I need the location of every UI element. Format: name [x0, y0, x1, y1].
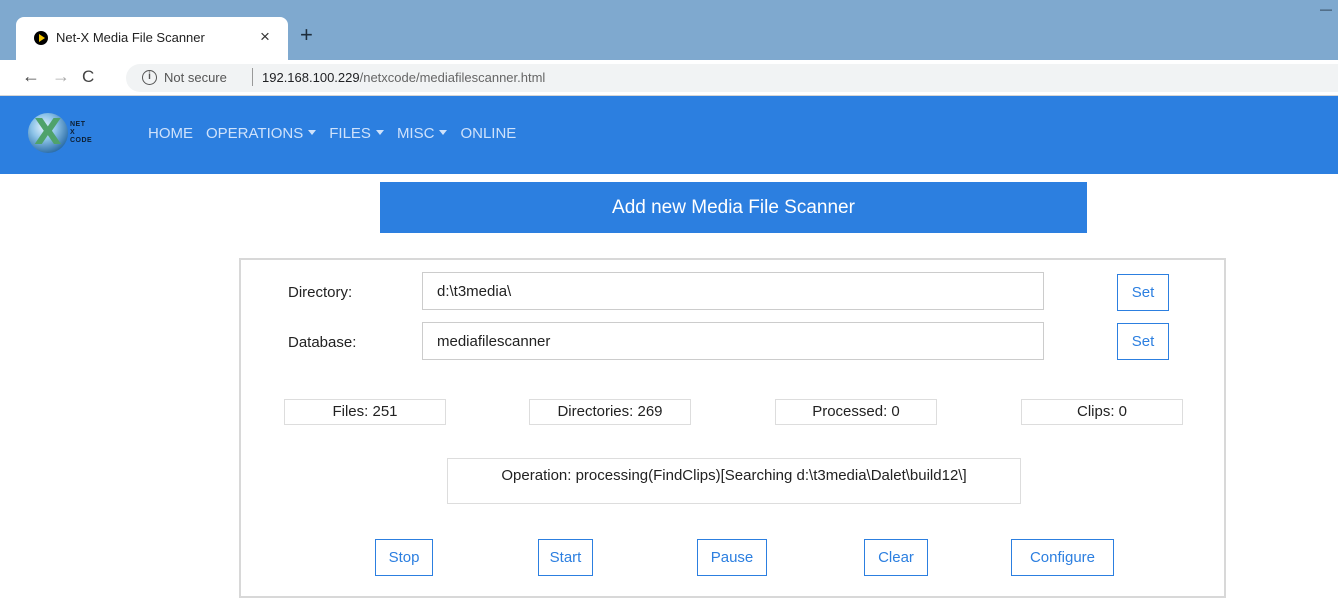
nav-item-label: OPERATIONS — [206, 125, 304, 142]
nav-item-home[interactable]: HOME — [148, 125, 193, 142]
back-arrow-icon[interactable]: ← — [22, 66, 40, 87]
caret-down-icon — [439, 130, 448, 135]
app-navbar: X NET X CODE HOME OPERATIONS FILES MISC … — [0, 96, 1338, 174]
tab-close-icon[interactable]: × — [260, 27, 270, 47]
url-path: /netxcode/mediafilescanner.html — [359, 70, 546, 85]
info-icon[interactable]: i — [142, 70, 157, 85]
files-count: Files: 251 — [284, 399, 446, 425]
nav-item-label: MISC — [396, 125, 435, 142]
nav-item-label: ONLINE — [460, 125, 517, 142]
clear-button[interactable]: Clear — [864, 539, 928, 576]
nav-item-label: FILES — [329, 125, 371, 142]
caret-down-icon — [308, 130, 317, 135]
nav-item-files[interactable]: FILES — [329, 125, 384, 142]
new-tab-icon[interactable]: + — [300, 22, 313, 48]
nav-item-label: HOME — [148, 125, 193, 142]
scanner-panel: Directory: Set Database: Set Files: 251 … — [239, 258, 1226, 598]
netx-favicon-icon — [34, 31, 48, 45]
forward-arrow-icon[interactable]: → — [52, 66, 70, 87]
nav-menu: HOME OPERATIONS FILES MISC ONLINE — [148, 125, 529, 142]
clips-count: Clips: 0 — [1021, 399, 1183, 425]
nav-item-online[interactable]: ONLINE — [460, 125, 516, 142]
set-directory-button[interactable]: Set — [1117, 274, 1169, 311]
browser-tabstrip: Net-X Media File Scanner × + — — [0, 0, 1338, 60]
processed-count: Processed: 0 — [775, 399, 937, 425]
reload-icon[interactable]: C — [82, 67, 94, 87]
logo-text-line: X — [70, 129, 76, 136]
page-title: Add new Media File Scanner — [380, 182, 1087, 233]
directory-label: Directory: — [288, 284, 353, 301]
database-input[interactable] — [422, 322, 1044, 360]
window-minimize-icon[interactable]: — — [1320, 2, 1332, 16]
logo-text: NET X CODE — [70, 121, 92, 145]
logo-text-line: CODE — [70, 137, 93, 144]
netxcode-logo[interactable]: X NET X CODE — [28, 113, 118, 155]
nav-item-operations[interactable]: OPERATIONS — [206, 125, 317, 142]
operation-status: Operation: processing(FindClips)[Searchi… — [447, 458, 1021, 504]
start-button[interactable]: Start — [538, 539, 593, 576]
browser-tab[interactable]: Net-X Media File Scanner × — [16, 17, 288, 60]
pause-button[interactable]: Pause — [697, 539, 767, 576]
omnibox[interactable]: i Not secure 192.168.100.229/netxcode/me… — [126, 64, 1338, 92]
browser-addressbar: ← → C i Not secure 192.168.100.229/netxc… — [0, 60, 1338, 96]
security-label: Not secure — [164, 70, 227, 85]
stop-button[interactable]: Stop — [375, 539, 433, 576]
url-host: 192.168.100.229 — [262, 70, 360, 85]
logo-text-line: NET — [70, 121, 86, 128]
nav-item-misc[interactable]: MISC — [397, 125, 448, 142]
directories-count: Directories: 269 — [529, 399, 691, 425]
tab-title: Net-X Media File Scanner — [56, 30, 205, 45]
database-label: Database: — [288, 334, 357, 351]
url-text[interactable]: 192.168.100.229/netxcode/mediafilescanne… — [262, 70, 545, 85]
directory-input[interactable] — [422, 272, 1044, 310]
set-database-button[interactable]: Set — [1117, 323, 1169, 360]
url-separator — [252, 68, 253, 86]
caret-down-icon — [375, 130, 384, 135]
configure-button[interactable]: Configure — [1011, 539, 1114, 576]
logo-x-icon: X — [34, 112, 62, 153]
